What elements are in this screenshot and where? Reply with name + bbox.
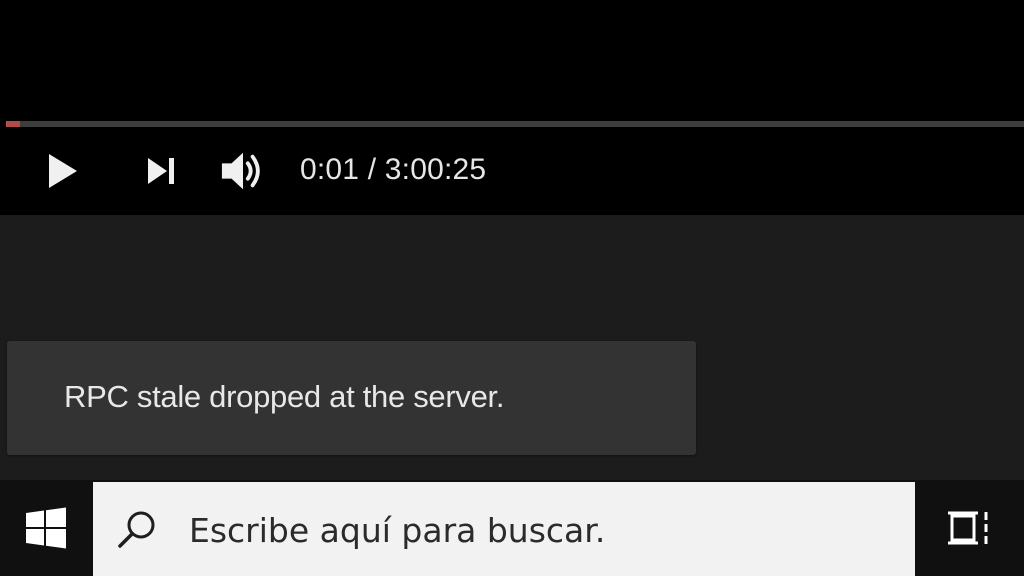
play-button[interactable] xyxy=(38,148,84,194)
skip-next-icon xyxy=(148,158,174,184)
progress-bar[interactable] xyxy=(6,121,1024,127)
taskbar-search-box[interactable] xyxy=(93,482,915,576)
progress-scrubber[interactable] xyxy=(6,121,20,127)
toast-message: RPC stale dropped at the server. xyxy=(64,379,505,414)
volume-icon xyxy=(221,152,260,190)
next-button[interactable] xyxy=(138,148,184,194)
error-toast: RPC stale dropped at the server. xyxy=(7,341,696,455)
task-view-icon xyxy=(948,511,988,545)
player-controls: 0:01 / 3:00:25 xyxy=(0,138,1024,202)
video-player[interactable]: 0:01 / 3:00:25 xyxy=(0,0,1024,215)
windows-logo-icon xyxy=(26,507,66,549)
task-view-button[interactable] xyxy=(940,502,1000,554)
time-display: 0:01 / 3:00:25 xyxy=(300,153,487,186)
play-icon xyxy=(49,154,77,188)
start-button[interactable] xyxy=(0,480,92,576)
taskbar xyxy=(0,480,1024,576)
volume-button[interactable] xyxy=(220,148,266,194)
screen: 0:01 / 3:00:25 RPC stale dropped at the … xyxy=(0,0,1024,576)
search-input[interactable] xyxy=(189,504,889,556)
search-icon xyxy=(118,511,155,548)
